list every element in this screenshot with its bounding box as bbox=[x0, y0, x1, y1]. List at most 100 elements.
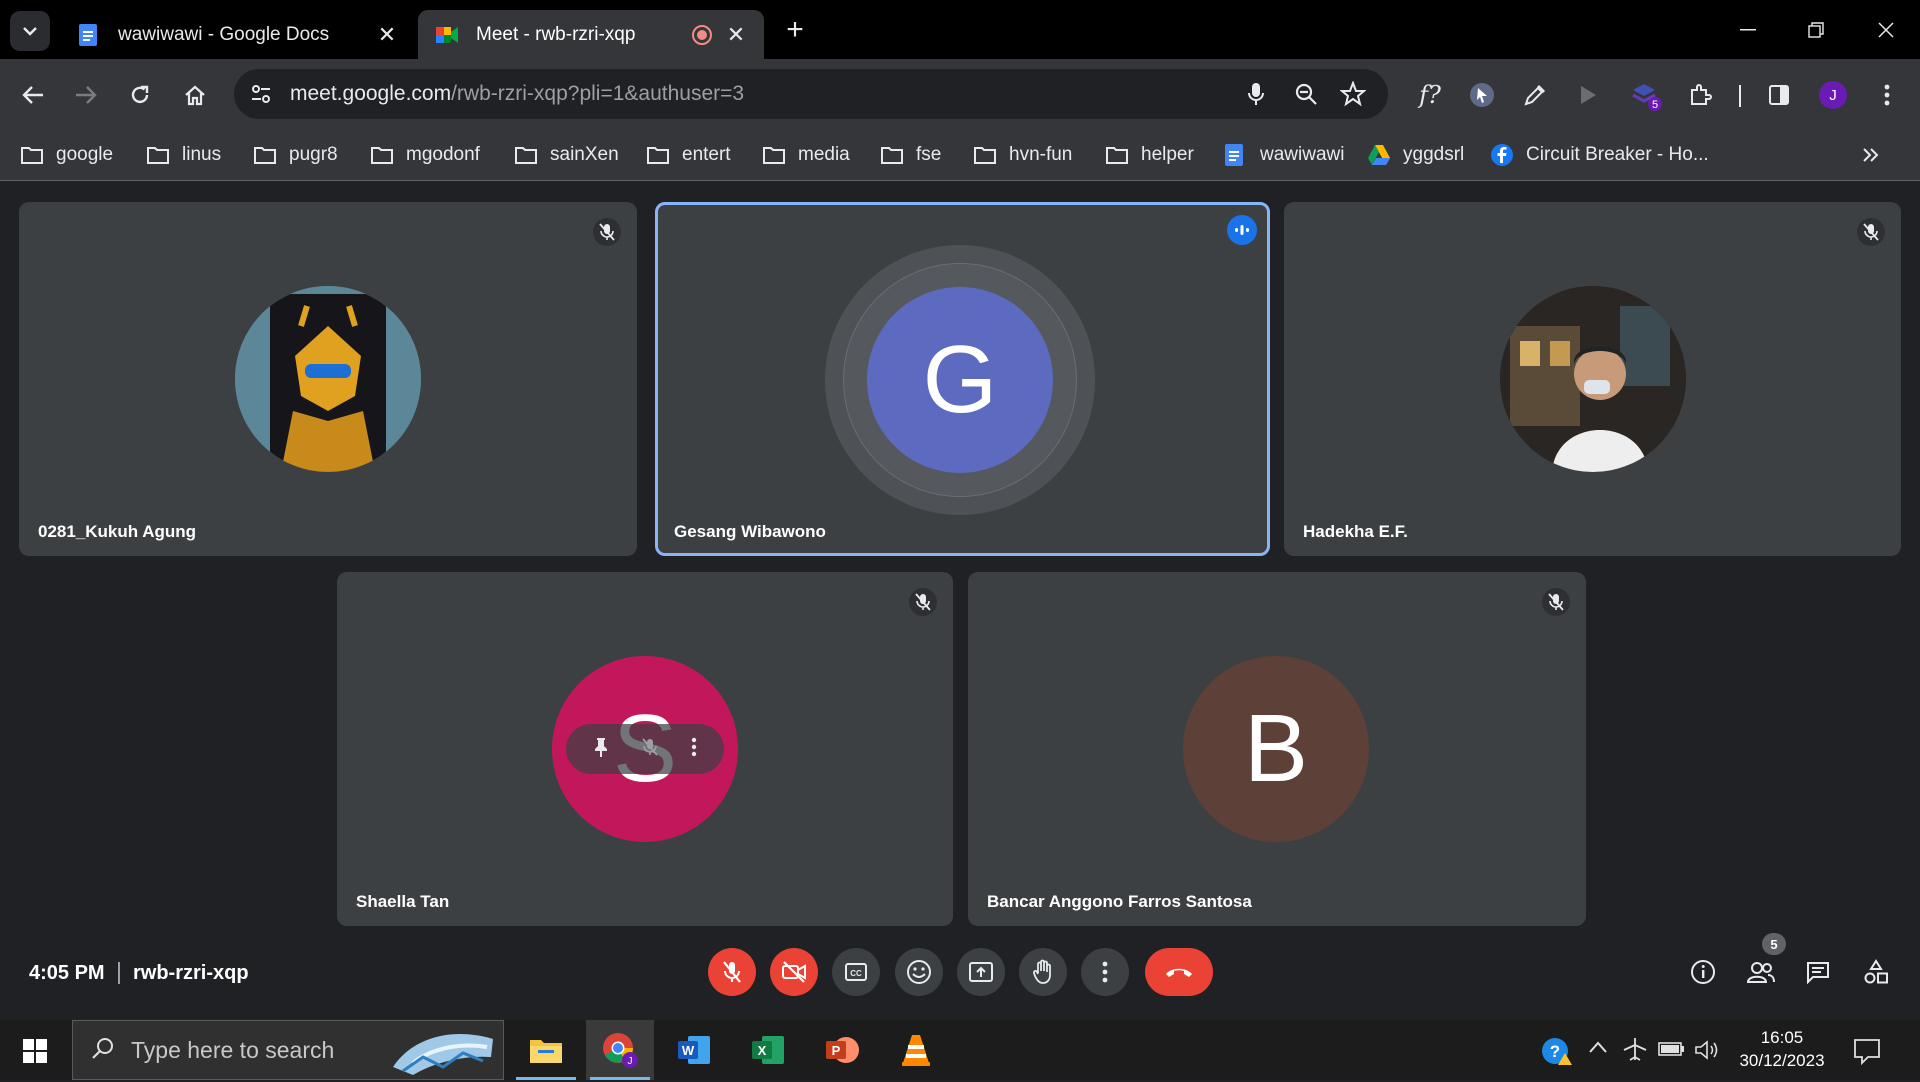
bookmark-google[interactable]: google bbox=[20, 139, 113, 171]
meeting-details-icon[interactable] bbox=[1685, 954, 1721, 990]
more-options-icon[interactable] bbox=[691, 737, 697, 762]
bookmark-mgodonf[interactable]: mgodonf bbox=[370, 139, 480, 171]
participant-tile[interactable]: S Shaella Tan bbox=[337, 572, 953, 926]
vlc-taskbar-icon[interactable] bbox=[882, 1020, 950, 1080]
microphone-off-button[interactable] bbox=[708, 948, 756, 996]
more-menu-icon[interactable] bbox=[1867, 75, 1907, 115]
eyedropper-extension-icon[interactable] bbox=[1515, 75, 1555, 115]
folder-icon bbox=[146, 144, 172, 166]
bookmark-linus[interactable]: linus bbox=[146, 139, 221, 171]
folder-icon bbox=[253, 144, 279, 166]
site-settings-icon[interactable] bbox=[250, 83, 272, 105]
bookmark-yggdsrl[interactable]: yggdsrl bbox=[1367, 139, 1464, 171]
raise-hand-button[interactable] bbox=[1019, 948, 1067, 996]
formula-extension-icon[interactable]: f? bbox=[1410, 75, 1450, 115]
minimize-icon[interactable] bbox=[1728, 10, 1768, 50]
file-explorer-taskbar-icon[interactable] bbox=[512, 1020, 580, 1080]
tab-google-meet[interactable]: Meet - rwb-rzri-xqp ✕ bbox=[418, 10, 764, 59]
folder-icon bbox=[973, 144, 999, 166]
more-vert-icon bbox=[1102, 961, 1108, 983]
tab-google-docs[interactable]: wawiwawi - Google Docs ✕ bbox=[60, 10, 415, 59]
cursor-extension-icon[interactable] bbox=[1462, 75, 1502, 115]
bookmark-wawiwawi[interactable]: wawiwawi bbox=[1224, 139, 1344, 171]
system-clock[interactable]: 16:05 30/12/2023 bbox=[1722, 1026, 1842, 1072]
muted-mic-icon bbox=[1542, 588, 1570, 616]
participant-tile[interactable]: B Bancar Anggono Farros Santosa bbox=[968, 572, 1586, 926]
powerpoint-taskbar-icon[interactable]: P bbox=[808, 1020, 876, 1080]
bookmark-star-icon[interactable] bbox=[1340, 81, 1366, 107]
close-window-icon[interactable] bbox=[1866, 10, 1906, 50]
bookmark-pugr8[interactable]: pugr8 bbox=[253, 139, 338, 171]
participant-avatar-initial: G bbox=[867, 287, 1053, 473]
bookmark-fse[interactable]: fse bbox=[880, 139, 941, 171]
more-options-button[interactable] bbox=[1081, 948, 1129, 996]
google-docs-icon bbox=[76, 23, 100, 47]
reload-icon[interactable] bbox=[120, 75, 160, 115]
windows-start-icon[interactable] bbox=[14, 1032, 56, 1070]
word-taskbar-icon[interactable]: W bbox=[660, 1020, 728, 1080]
extensions-puzzle-icon[interactable] bbox=[1680, 75, 1720, 115]
search-icon bbox=[91, 1036, 115, 1065]
tab-title: Meet - rwb-rzri-xqp bbox=[476, 23, 636, 45]
bookmark-helper[interactable]: helper bbox=[1105, 139, 1194, 171]
home-icon[interactable] bbox=[175, 75, 215, 115]
people-count-badge: 5 bbox=[1762, 933, 1786, 955]
recording-indicator-icon bbox=[690, 23, 714, 47]
side-panel-icon[interactable] bbox=[1759, 75, 1799, 115]
restore-icon[interactable] bbox=[1796, 10, 1836, 50]
url-host: meet.google.com bbox=[290, 82, 452, 105]
google-meet-icon bbox=[434, 23, 458, 47]
chat-icon[interactable] bbox=[1800, 954, 1836, 990]
help-icon[interactable]: ? bbox=[1540, 1036, 1574, 1071]
volume-icon[interactable] bbox=[1694, 1038, 1720, 1067]
microphone-icon[interactable] bbox=[1246, 81, 1266, 107]
browser-tab-strip: wawiwawi - Google Docs ✕ Meet - rwb-rzri… bbox=[0, 0, 1920, 59]
stack-extension-icon[interactable]: 5 bbox=[1626, 75, 1666, 115]
pin-icon[interactable] bbox=[593, 736, 609, 763]
participant-tile[interactable]: Hadekha E.F. bbox=[1284, 202, 1901, 556]
excel-taskbar-icon[interactable]: X bbox=[734, 1020, 802, 1080]
more-bookmarks-icon[interactable] bbox=[1862, 139, 1880, 171]
url-path: /rwb-rzri-xqp?pli=1&authuser=3 bbox=[451, 82, 745, 105]
participant-tile[interactable]: G Gesang Wibawono bbox=[655, 202, 1270, 556]
search-highlight-illustration bbox=[383, 1027, 501, 1077]
bookmark-label: wawiwawi bbox=[1260, 144, 1345, 165]
bookmark-media[interactable]: media bbox=[762, 139, 850, 171]
bookmark-hvn-fun[interactable]: hvn-fun bbox=[973, 139, 1072, 171]
close-tab-icon[interactable]: ✕ bbox=[375, 22, 399, 47]
activities-icon[interactable] bbox=[1858, 954, 1894, 990]
speaking-indicator-icon bbox=[1227, 215, 1257, 245]
participant-name: Gesang Wibawono bbox=[674, 522, 826, 541]
captions-button[interactable]: CC bbox=[832, 948, 880, 996]
camera-off-button[interactable] bbox=[770, 948, 818, 996]
forward-icon[interactable] bbox=[66, 75, 106, 115]
chevron-up-icon[interactable] bbox=[1588, 1040, 1608, 1059]
svg-text:?: ? bbox=[1550, 1042, 1560, 1061]
address-bar[interactable]: meet.google.com/rwb-rzri-xqp?pli=1&authu… bbox=[234, 69, 1388, 119]
profile-avatar[interactable]: J bbox=[1813, 75, 1853, 115]
play-extension-icon[interactable] bbox=[1568, 75, 1608, 115]
participant-tile[interactable]: 0281_Kukuh Agung bbox=[19, 202, 637, 556]
new-tab-button[interactable]: + bbox=[778, 14, 812, 48]
chrome-taskbar-icon[interactable]: J bbox=[586, 1020, 654, 1080]
tab-search-button[interactable] bbox=[10, 11, 50, 51]
chevron-down-icon bbox=[23, 27, 37, 36]
zoom-icon[interactable] bbox=[1294, 82, 1318, 106]
notification-center-icon[interactable] bbox=[1852, 1036, 1882, 1066]
close-tab-icon[interactable]: ✕ bbox=[724, 22, 748, 47]
participant-name: Bancar Anggono Farros Santosa bbox=[987, 892, 1252, 911]
present-screen-button[interactable] bbox=[957, 948, 1005, 996]
folder-icon bbox=[762, 144, 788, 166]
bookmark-circuit-breaker[interactable]: Circuit Breaker - Ho... bbox=[1490, 139, 1709, 171]
bookmark-entert[interactable]: entert bbox=[646, 139, 731, 171]
battery-icon[interactable] bbox=[1658, 1040, 1686, 1063]
back-icon[interactable] bbox=[13, 75, 53, 115]
people-icon[interactable] bbox=[1743, 954, 1779, 990]
airplane-mode-icon[interactable] bbox=[1622, 1036, 1648, 1067]
svg-text:J: J bbox=[628, 1056, 633, 1067]
reactions-button[interactable] bbox=[895, 948, 943, 996]
taskbar-search-box[interactable]: Type here to search bbox=[72, 1020, 504, 1080]
leave-call-button[interactable] bbox=[1145, 948, 1213, 996]
mute-participant-icon[interactable] bbox=[642, 737, 658, 761]
bookmark-sainxen[interactable]: sainXen bbox=[514, 139, 619, 171]
